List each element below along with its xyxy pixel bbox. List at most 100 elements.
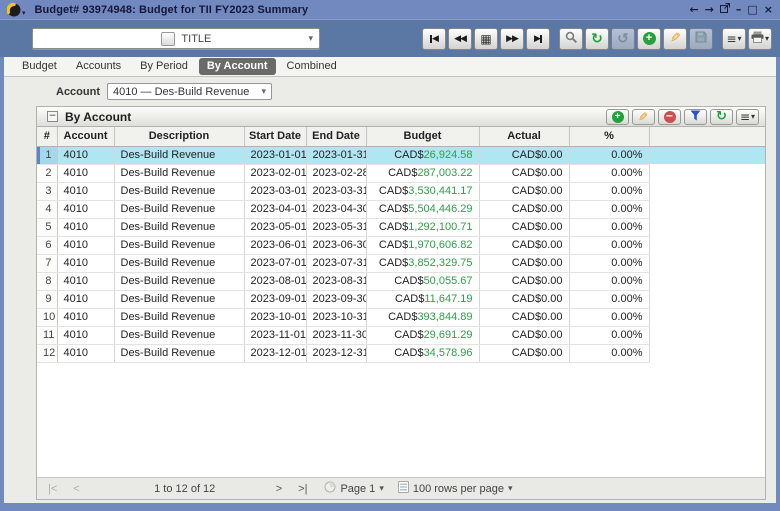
cell-start-date[interactable]: 2023-03-01 bbox=[244, 182, 306, 200]
tab-by-period[interactable]: By Period bbox=[132, 58, 196, 75]
table-row[interactable]: 1 4010 Des-Build Revenue 2023-01-01 2023… bbox=[37, 146, 765, 164]
table-row[interactable]: 6 4010 Des-Build Revenue 2023-06-01 2023… bbox=[37, 236, 765, 254]
cell-end-date[interactable]: 2023-07-31 bbox=[306, 254, 366, 272]
column-start-date[interactable]: Start Date bbox=[244, 127, 306, 146]
cell-number[interactable]: 3 bbox=[37, 182, 57, 200]
cell-start-date[interactable]: 2023-06-01 bbox=[244, 236, 306, 254]
cell-start-date[interactable]: 2023-02-01 bbox=[244, 164, 306, 182]
save-button[interactable] bbox=[689, 28, 713, 50]
cell-account[interactable]: 4010 bbox=[57, 308, 114, 326]
cell-description[interactable]: Des-Build Revenue bbox=[114, 236, 244, 254]
cell-percent[interactable]: 0.00% bbox=[569, 290, 649, 308]
table-row[interactable]: 5 4010 Des-Build Revenue 2023-05-01 2023… bbox=[37, 218, 765, 236]
undo-button[interactable]: ↺ bbox=[611, 28, 635, 50]
cell-number[interactable]: 6 bbox=[37, 236, 57, 254]
window-menu-caret-icon[interactable]: ▾ bbox=[22, 9, 26, 17]
add-button[interactable]: + bbox=[637, 28, 661, 50]
cell-actual[interactable]: CAD$0.00 bbox=[479, 254, 569, 272]
forward-icon[interactable]: → bbox=[705, 4, 714, 15]
cell-end-date[interactable]: 2023-03-31 bbox=[306, 182, 366, 200]
app-logo-icon[interactable]: ▾ bbox=[7, 3, 26, 17]
cell-end-date[interactable]: 2023-09-30 bbox=[306, 290, 366, 308]
panel-edit-button[interactable]: ✎ bbox=[632, 109, 655, 125]
edit-button[interactable]: ✎ bbox=[663, 28, 687, 50]
cell-account[interactable]: 4010 bbox=[57, 182, 114, 200]
next-page-button[interactable]: > bbox=[273, 483, 285, 495]
cell-start-date[interactable]: 2023-04-01 bbox=[244, 200, 306, 218]
table-row[interactable]: 9 4010 Des-Build Revenue 2023-09-01 2023… bbox=[37, 290, 765, 308]
search-input[interactable] bbox=[36, 30, 161, 47]
cell-end-date[interactable]: 2023-12-31 bbox=[306, 344, 366, 362]
panel-refresh-button[interactable]: ↻ bbox=[710, 109, 733, 125]
cell-start-date[interactable]: 2023-10-01 bbox=[244, 308, 306, 326]
table-row[interactable]: 12 4010 Des-Build Revenue 2023-12-01 202… bbox=[37, 344, 765, 362]
cell-description[interactable]: Des-Build Revenue bbox=[114, 182, 244, 200]
cell-actual[interactable]: CAD$0.00 bbox=[479, 146, 569, 164]
table-row[interactable]: 4 4010 Des-Build Revenue 2023-04-01 2023… bbox=[37, 200, 765, 218]
cell-account[interactable]: 4010 bbox=[57, 218, 114, 236]
cell-actual[interactable]: CAD$0.00 bbox=[479, 164, 569, 182]
cell-number[interactable]: 1 bbox=[37, 146, 57, 164]
cell-description[interactable]: Des-Build Revenue bbox=[114, 218, 244, 236]
cell-number[interactable]: 11 bbox=[37, 326, 57, 344]
cell-start-date[interactable]: 2023-09-01 bbox=[244, 290, 306, 308]
cell-actual[interactable]: CAD$0.00 bbox=[479, 218, 569, 236]
cell-percent[interactable]: 0.00% bbox=[569, 182, 649, 200]
cell-description[interactable]: Des-Build Revenue bbox=[114, 290, 244, 308]
last-page-button[interactable]: >| bbox=[295, 483, 310, 495]
print-button[interactable]: ▾ bbox=[748, 28, 772, 50]
cell-number[interactable]: 5 bbox=[37, 218, 57, 236]
table-row[interactable]: 10 4010 Des-Build Revenue 2023-10-01 202… bbox=[37, 308, 765, 326]
cell-percent[interactable]: 0.00% bbox=[569, 164, 649, 182]
cell-number[interactable]: 10 bbox=[37, 308, 57, 326]
cell-percent[interactable]: 0.00% bbox=[569, 326, 649, 344]
close-icon[interactable]: × bbox=[764, 4, 773, 15]
list-menu-button[interactable]: ≡ ▾ bbox=[722, 28, 746, 50]
cell-start-date[interactable]: 2023-07-01 bbox=[244, 254, 306, 272]
cell-actual[interactable]: CAD$0.00 bbox=[479, 326, 569, 344]
page-select[interactable]: Page 1 ▾ bbox=[324, 481, 383, 496]
cell-account[interactable]: 4010 bbox=[57, 164, 114, 182]
minimize-icon[interactable]: – bbox=[736, 4, 742, 15]
cell-percent[interactable]: 0.00% bbox=[569, 308, 649, 326]
cell-account[interactable]: 4010 bbox=[57, 344, 114, 362]
cell-description[interactable]: Des-Build Revenue bbox=[114, 272, 244, 290]
cell-number[interactable]: 2 bbox=[37, 164, 57, 182]
cell-budget[interactable]: CAD$287,003.22 bbox=[366, 164, 479, 182]
column-account[interactable]: Account bbox=[57, 127, 114, 146]
popout-icon[interactable] bbox=[720, 3, 730, 16]
cell-account[interactable]: 4010 bbox=[57, 272, 114, 290]
cell-actual[interactable]: CAD$0.00 bbox=[479, 272, 569, 290]
cell-start-date[interactable]: 2023-05-01 bbox=[244, 218, 306, 236]
cell-budget[interactable]: CAD$29,691.29 bbox=[366, 326, 479, 344]
previous-record-button[interactable]: ◀◀ bbox=[448, 28, 472, 50]
cell-account[interactable]: 4010 bbox=[57, 200, 114, 218]
back-icon[interactable]: ← bbox=[689, 4, 698, 15]
cell-percent[interactable]: 0.00% bbox=[569, 200, 649, 218]
cell-description[interactable]: Des-Build Revenue bbox=[114, 344, 244, 362]
cell-number[interactable]: 7 bbox=[37, 254, 57, 272]
search-button[interactable] bbox=[559, 28, 583, 50]
column-actual[interactable]: Actual bbox=[479, 127, 569, 146]
panel-list-menu-button[interactable]: ≡ ▾ bbox=[736, 109, 759, 125]
cell-description[interactable]: Des-Build Revenue bbox=[114, 308, 244, 326]
cell-percent[interactable]: 0.00% bbox=[569, 236, 649, 254]
cell-description[interactable]: Des-Build Revenue bbox=[114, 254, 244, 272]
cell-actual[interactable]: CAD$0.00 bbox=[479, 200, 569, 218]
previous-page-button[interactable]: < bbox=[70, 483, 82, 495]
refresh-button[interactable]: ↻ bbox=[585, 28, 609, 50]
cell-budget[interactable]: CAD$1,970,606.82 bbox=[366, 236, 479, 254]
cell-number[interactable]: 12 bbox=[37, 344, 57, 362]
cell-actual[interactable]: CAD$0.00 bbox=[479, 182, 569, 200]
cell-percent[interactable]: 0.00% bbox=[569, 254, 649, 272]
cell-budget[interactable]: CAD$3,530,441.17 bbox=[366, 182, 479, 200]
cell-budget[interactable]: CAD$3,852,329.75 bbox=[366, 254, 479, 272]
cell-percent[interactable]: 0.00% bbox=[569, 218, 649, 236]
grid-view-button[interactable]: ▦ bbox=[474, 28, 498, 50]
cell-description[interactable]: Des-Build Revenue bbox=[114, 146, 244, 164]
column-end-date[interactable]: End Date bbox=[306, 127, 366, 146]
cell-budget[interactable]: CAD$50,055.67 bbox=[366, 272, 479, 290]
cell-budget[interactable]: CAD$5,504,446.29 bbox=[366, 200, 479, 218]
tab-accounts[interactable]: Accounts bbox=[68, 58, 129, 75]
cell-budget[interactable]: CAD$393,844.89 bbox=[366, 308, 479, 326]
